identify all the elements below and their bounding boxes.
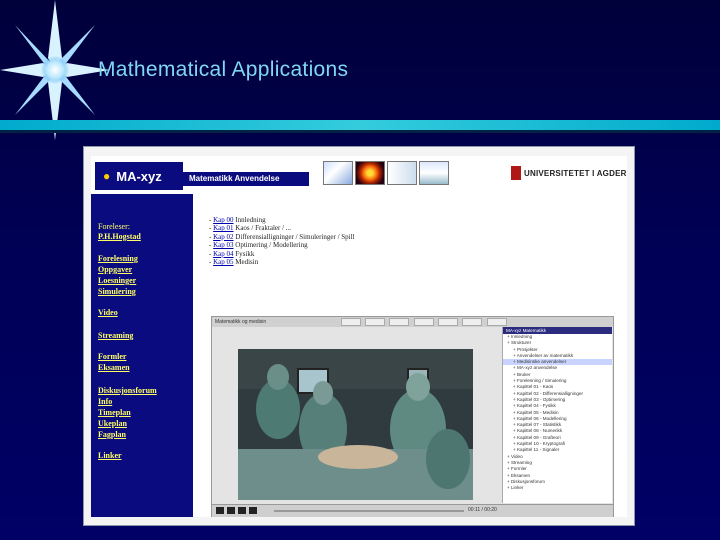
nav-oppgaver[interactable]: Oppgaver [98,265,132,274]
stop-button[interactable] [227,507,235,514]
nav-formler[interactable]: Formler [98,352,126,361]
player-toolbar: Matematikk og medisin [212,317,613,327]
slide-title: Mathematical Applications [98,58,349,81]
player-tab[interactable] [462,317,483,326]
chapter-row: - Kap 02 Differensialligninger / Simuler… [209,232,355,241]
website-page: ● MA-xyz Matematikk Anvendelse UNIVERSIT… [91,156,627,517]
nav-info[interactable]: Info [98,397,112,406]
university-name: UNIVERSITETET I AGDER [524,168,627,178]
nav-diskusjonsforum[interactable]: Diskusjonsforum [98,386,157,395]
chapter-link[interactable]: Kap 00 [213,216,233,224]
play-button[interactable] [216,507,224,514]
site-header: ● MA-xyz Matematikk Anvendelse UNIVERSIT… [91,156,627,194]
chapter-list: - Kap 00 Innledning - Kap 01 Kaos / Frak… [209,216,355,266]
player-tab[interactable] [364,317,385,326]
chapter-link[interactable]: Kap 05 [213,258,233,266]
nav-timeplan[interactable]: Timeplan [98,408,131,417]
university-mark-icon [511,166,521,180]
chapter-link[interactable]: Kap 04 [213,250,233,258]
player-tab[interactable] [486,317,507,326]
chapter-row: - Kap 03 Optimering / Modellering [209,241,308,250]
chapter-link[interactable]: Kap 03 [213,241,233,249]
nav-simulering[interactable]: Simulering [98,287,136,296]
site-sidebar: Foreleser: P.H.Hogstad Forelesning Oppga… [91,194,193,517]
time-readout: 00:11 / 00:20 [468,507,497,513]
site-subtitle: Matematikk Anvendelse [183,172,309,186]
chapter-link[interactable]: Kap 02 [213,233,233,241]
progress-track[interactable] [274,510,464,512]
player-tab[interactable] [389,317,410,326]
player-tab[interactable] [340,317,361,326]
bullet-icon: ● [103,169,111,183]
nav-loesninger[interactable]: Loesninger [98,276,136,285]
chapter-row: - Kap 00 Innledning [209,216,266,224]
university-logo[interactable]: UNIVERSITETET I AGDER [511,166,627,180]
lecturer-label: Foreleser: [98,222,130,231]
tree-item[interactable]: + Linker [503,485,612,491]
thumbnail-1[interactable] [323,161,353,185]
nav-fagplan[interactable]: Fagplan [98,430,126,439]
logo-text: MA-xyz [116,168,162,184]
surgery-video-frame[interactable] [238,349,473,500]
nav-forelesning[interactable]: Forelesning [98,254,138,263]
thumbnail-2[interactable] [355,161,385,185]
content-tree: MA-xyz Matematikk + Innledning + Strukture… [502,327,612,503]
nav-streaming[interactable]: Streaming [98,331,133,340]
rewind-button[interactable] [238,507,246,514]
forward-button[interactable] [249,507,257,514]
nav-linker[interactable]: Linker [98,451,122,460]
player-window-title: Matematikk og medisin [215,319,267,325]
player-controls: 00:11 / 00:20 [212,504,613,517]
chapter-row: - Kap 05 Medisin [209,258,259,267]
lecturer-name-link[interactable]: P.H.Hogstad [98,232,141,241]
chapter-row: - Kap 04 Fysikk [209,249,255,258]
thumbnail-4[interactable] [419,161,449,185]
site-logo[interactable]: ● MA-xyz [95,162,183,190]
nav-ukeplan[interactable]: Ukeplan [98,419,127,428]
nav-eksamen[interactable]: Eksamen [98,363,130,372]
player-tab[interactable] [438,317,459,326]
embedded-screenshot: ● MA-xyz Matematikk Anvendelse UNIVERSIT… [83,146,635,526]
chapter-link[interactable]: Kap 01 [213,224,233,232]
thumbnail-3[interactable] [387,161,417,185]
title-underline-shadow [0,130,720,133]
video-player: Matematikk og medisin MA-xyz Matematikk … [211,316,614,517]
nav-video[interactable]: Video [98,308,118,317]
player-tab[interactable] [413,317,434,326]
tree-title: MA-xyz Matematikk [503,327,612,334]
chapter-row: - Kap 01 Kaos / Fraktaler / ... [209,224,292,233]
title-underline-bar [0,120,720,130]
